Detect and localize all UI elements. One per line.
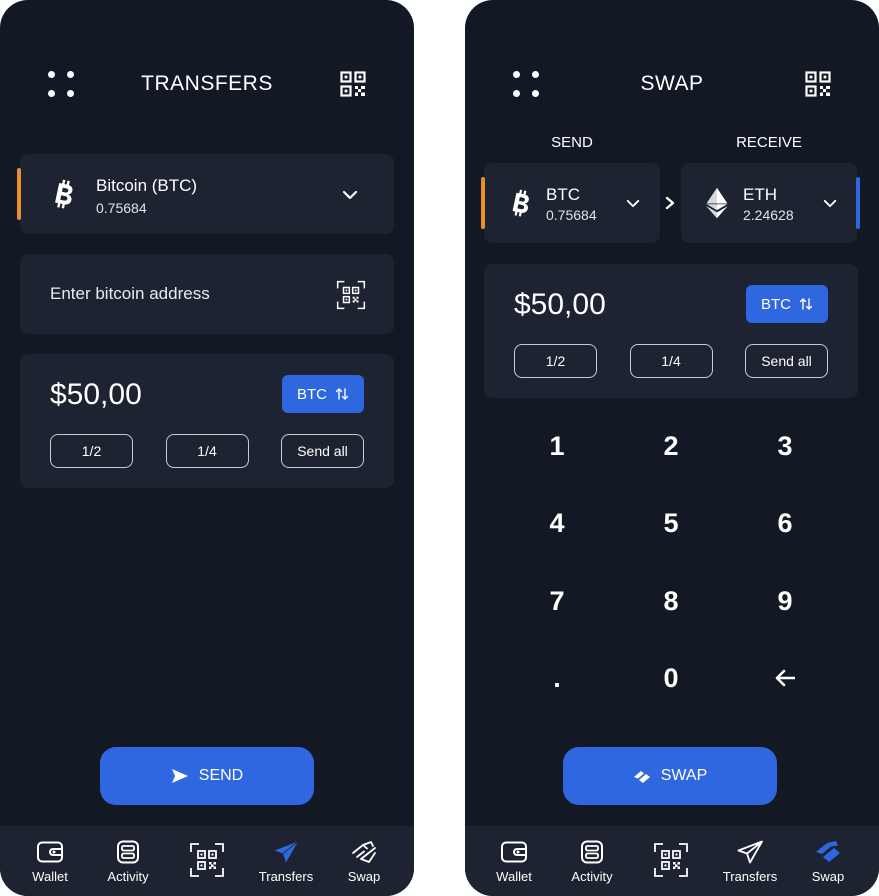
- send-coin-balance: 0.75684: [546, 207, 597, 223]
- tab-activity[interactable]: Activity: [89, 840, 167, 890]
- quarter-button[interactable]: 1/4: [629, 344, 713, 378]
- currency-label: BTC: [297, 385, 327, 403]
- key-7[interactable]: 7: [507, 569, 607, 633]
- receive-coin-balance: 2.24628: [743, 207, 794, 223]
- chevron-right-icon: [665, 196, 675, 210]
- coin-name: Bitcoin (BTC): [96, 176, 198, 195]
- activity-icon: [578, 840, 606, 864]
- tab-scan[interactable]: [168, 842, 246, 892]
- key-0[interactable]: 0: [621, 646, 721, 710]
- coin-accent-bar: [17, 168, 21, 220]
- chevron-down-icon[interactable]: [342, 190, 358, 200]
- coin-accent-bar: [481, 177, 485, 229]
- wallet-icon: [36, 840, 64, 864]
- fraction-buttons: 1/2 1/4 Send all: [514, 344, 828, 378]
- swap-button[interactable]: SWAP: [563, 747, 777, 805]
- currency-toggle-button[interactable]: BTC: [282, 375, 364, 413]
- swap-icon: [633, 768, 651, 784]
- send-arrow-icon: [171, 768, 189, 784]
- backspace-arrow-icon: [775, 669, 795, 687]
- key-decimal[interactable]: .: [507, 646, 607, 710]
- currency-label: BTC: [761, 295, 791, 313]
- receive-coin-selector[interactable]: ETH 2.24628: [681, 163, 860, 243]
- tab-bar: Wallet Activity Transfers Swap: [0, 826, 414, 896]
- bitcoin-icon: [506, 187, 534, 219]
- tab-swap[interactable]: Swap: [325, 840, 403, 890]
- bitcoin-address-input[interactable]: [50, 282, 310, 306]
- coin-accent-bar: [856, 177, 860, 229]
- key-1[interactable]: 1: [507, 414, 607, 478]
- swap-icon: [814, 840, 842, 864]
- coin-balance: 0.75684: [96, 200, 147, 216]
- swap-button-label: SWAP: [660, 767, 708, 784]
- wallet-icon: [500, 840, 528, 864]
- key-4[interactable]: 4: [507, 491, 607, 555]
- key-backspace[interactable]: [735, 646, 835, 710]
- send-coin-symbol: BTC: [546, 185, 580, 204]
- scan-qr-icon: [653, 842, 689, 878]
- swap-arrows-icon: [799, 297, 813, 311]
- chevron-down-icon[interactable]: [823, 199, 837, 208]
- half-button[interactable]: 1/2: [514, 344, 597, 378]
- coin-selector[interactable]: Bitcoin (BTC) 0.75684: [17, 154, 394, 234]
- fraction-buttons: 1/2 1/4 Send all: [50, 434, 364, 468]
- send-button[interactable]: SEND: [100, 747, 314, 805]
- bitcoin-icon: [48, 178, 78, 210]
- key-9[interactable]: 9: [735, 569, 835, 633]
- send-coin-selector[interactable]: BTC 0.75684: [481, 163, 660, 243]
- paper-plane-icon: [736, 840, 764, 864]
- key-6[interactable]: 6: [735, 491, 835, 555]
- tab-transfers-label: Transfers: [722, 869, 778, 884]
- tab-scan[interactable]: [632, 842, 710, 892]
- tab-activity-label: Activity: [107, 869, 149, 884]
- tab-swap[interactable]: Swap: [789, 840, 867, 890]
- amount-value: $50,00: [514, 288, 606, 321]
- currency-toggle-button[interactable]: BTC: [746, 285, 828, 323]
- scan-qr-icon[interactable]: [336, 280, 366, 310]
- key-3[interactable]: 3: [735, 414, 835, 478]
- transfers-screen: TRANSFERS Bitcoin (BTC) 0.75684 $50,00 B…: [0, 0, 414, 896]
- tab-activity[interactable]: Activity: [553, 840, 631, 890]
- key-8[interactable]: 8: [621, 569, 721, 633]
- amount-card: $50,00 BTC 1/2 1/4 Send all: [484, 264, 858, 398]
- send-label: SEND: [551, 134, 593, 151]
- address-card: [20, 254, 394, 334]
- key-2[interactable]: 2: [621, 414, 721, 478]
- tab-bar: Wallet Activity Transfers Swap: [465, 826, 879, 896]
- qr-code-icon[interactable]: [340, 71, 366, 97]
- send-button-label: SEND: [198, 767, 244, 784]
- tab-wallet[interactable]: Wallet: [11, 840, 89, 890]
- header: SWAP: [465, 60, 879, 108]
- tab-wallet[interactable]: Wallet: [475, 840, 553, 890]
- tab-transfers[interactable]: Transfers: [711, 840, 789, 890]
- quarter-button[interactable]: 1/4: [165, 434, 249, 468]
- tab-swap-label: Swap: [347, 869, 381, 884]
- tab-activity-label: Activity: [571, 869, 613, 884]
- amount-value: $50,00: [50, 378, 142, 411]
- scan-qr-icon: [189, 842, 225, 878]
- chevron-down-icon[interactable]: [626, 199, 640, 208]
- amount-card: $50,00 BTC 1/2 1/4 Send all: [20, 354, 394, 488]
- swap-arrows-icon: [335, 387, 349, 401]
- tab-transfers-label: Transfers: [258, 869, 314, 884]
- activity-icon: [114, 840, 142, 864]
- tab-wallet-label: Wallet: [496, 869, 532, 884]
- paper-plane-icon: [272, 840, 300, 864]
- swap-icon: [350, 840, 378, 864]
- swap-labels: SEND RECEIVE: [465, 134, 879, 154]
- send-all-button[interactable]: Send all: [281, 434, 364, 468]
- tab-transfers[interactable]: Transfers: [247, 840, 325, 890]
- swap-screen: SWAP SEND RECEIVE BTC 0.75684 ETH 2.2462…: [465, 0, 879, 896]
- tab-wallet-label: Wallet: [32, 869, 68, 884]
- qr-code-icon[interactable]: [805, 71, 831, 97]
- key-5[interactable]: 5: [621, 491, 721, 555]
- half-button[interactable]: 1/2: [50, 434, 133, 468]
- receive-coin-symbol: ETH: [743, 185, 777, 204]
- tab-swap-label: Swap: [811, 869, 845, 884]
- header: TRANSFERS: [0, 60, 414, 108]
- receive-label: RECEIVE: [736, 134, 802, 151]
- send-all-button[interactable]: Send all: [745, 344, 828, 378]
- ethereum-icon: [703, 187, 731, 219]
